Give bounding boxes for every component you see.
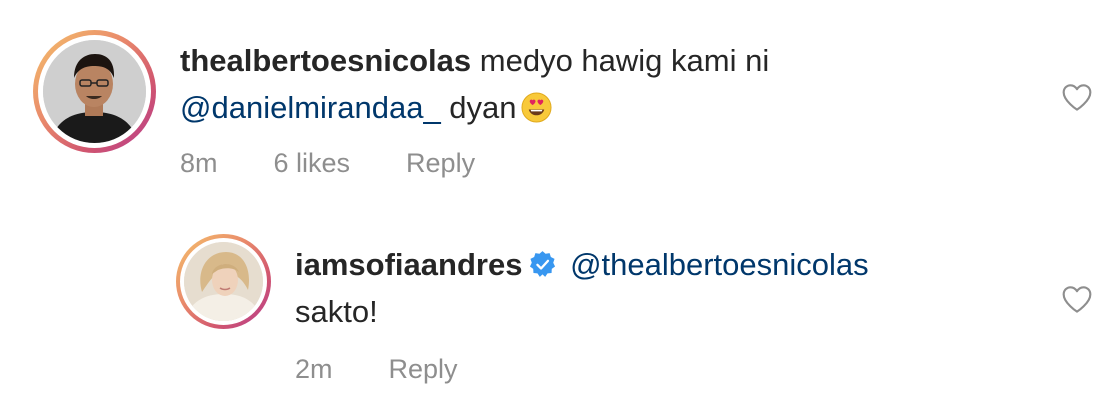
- comment-timestamp: 8m: [180, 148, 218, 178]
- avatar[interactable]: [184, 242, 263, 321]
- avatar-story-ring[interactable]: [33, 30, 156, 153]
- reply-button[interactable]: Reply: [389, 354, 458, 385]
- comment-body: thealbertoesnicolas medyo hawig kami ni …: [180, 37, 1093, 179]
- reply-button[interactable]: Reply: [406, 148, 475, 179]
- comment-text-part: dyan: [440, 90, 517, 125]
- comment-meta: 2m Reply: [295, 354, 1093, 385]
- avatar[interactable]: [43, 40, 146, 143]
- comment: thealbertoesnicolas medyo hawig kami ni …: [33, 30, 1093, 179]
- comment-username[interactable]: iamsofiaandres: [295, 247, 522, 282]
- heart-eyes-emoji-icon: [521, 92, 552, 123]
- comment-text-part: sakto!: [295, 294, 378, 329]
- comment-text: thealbertoesnicolas medyo hawig kami ni …: [180, 37, 1093, 131]
- comment-mention[interactable]: @thealbertoesnicolas: [570, 247, 869, 282]
- avatar-photo: [184, 242, 263, 321]
- heart-outline-icon[interactable]: [1061, 284, 1093, 314]
- avatar-photo: [43, 40, 146, 143]
- comment-username[interactable]: thealbertoesnicolas: [180, 43, 471, 78]
- comment-timestamp: 2m: [295, 354, 333, 384]
- likes-count[interactable]: 6 likes: [274, 148, 351, 179]
- verified-badge-icon: [530, 251, 556, 277]
- comment-mention[interactable]: @danielmirandaa_: [180, 90, 441, 125]
- heart-outline-icon[interactable]: [1061, 82, 1093, 112]
- comment-meta: 8m 6 likes Reply: [180, 148, 1093, 179]
- comment-body: iamsofiaandres @thealbertoesnicolas sakto…: [295, 241, 1093, 385]
- avatar-story-ring[interactable]: [176, 234, 271, 329]
- reply-comment: iamsofiaandres @thealbertoesnicolas sakto…: [176, 234, 1093, 385]
- comment-text: iamsofiaandres @thealbertoesnicolas sakto…: [295, 241, 1093, 335]
- comment-text-part: medyo hawig kami ni: [471, 43, 770, 78]
